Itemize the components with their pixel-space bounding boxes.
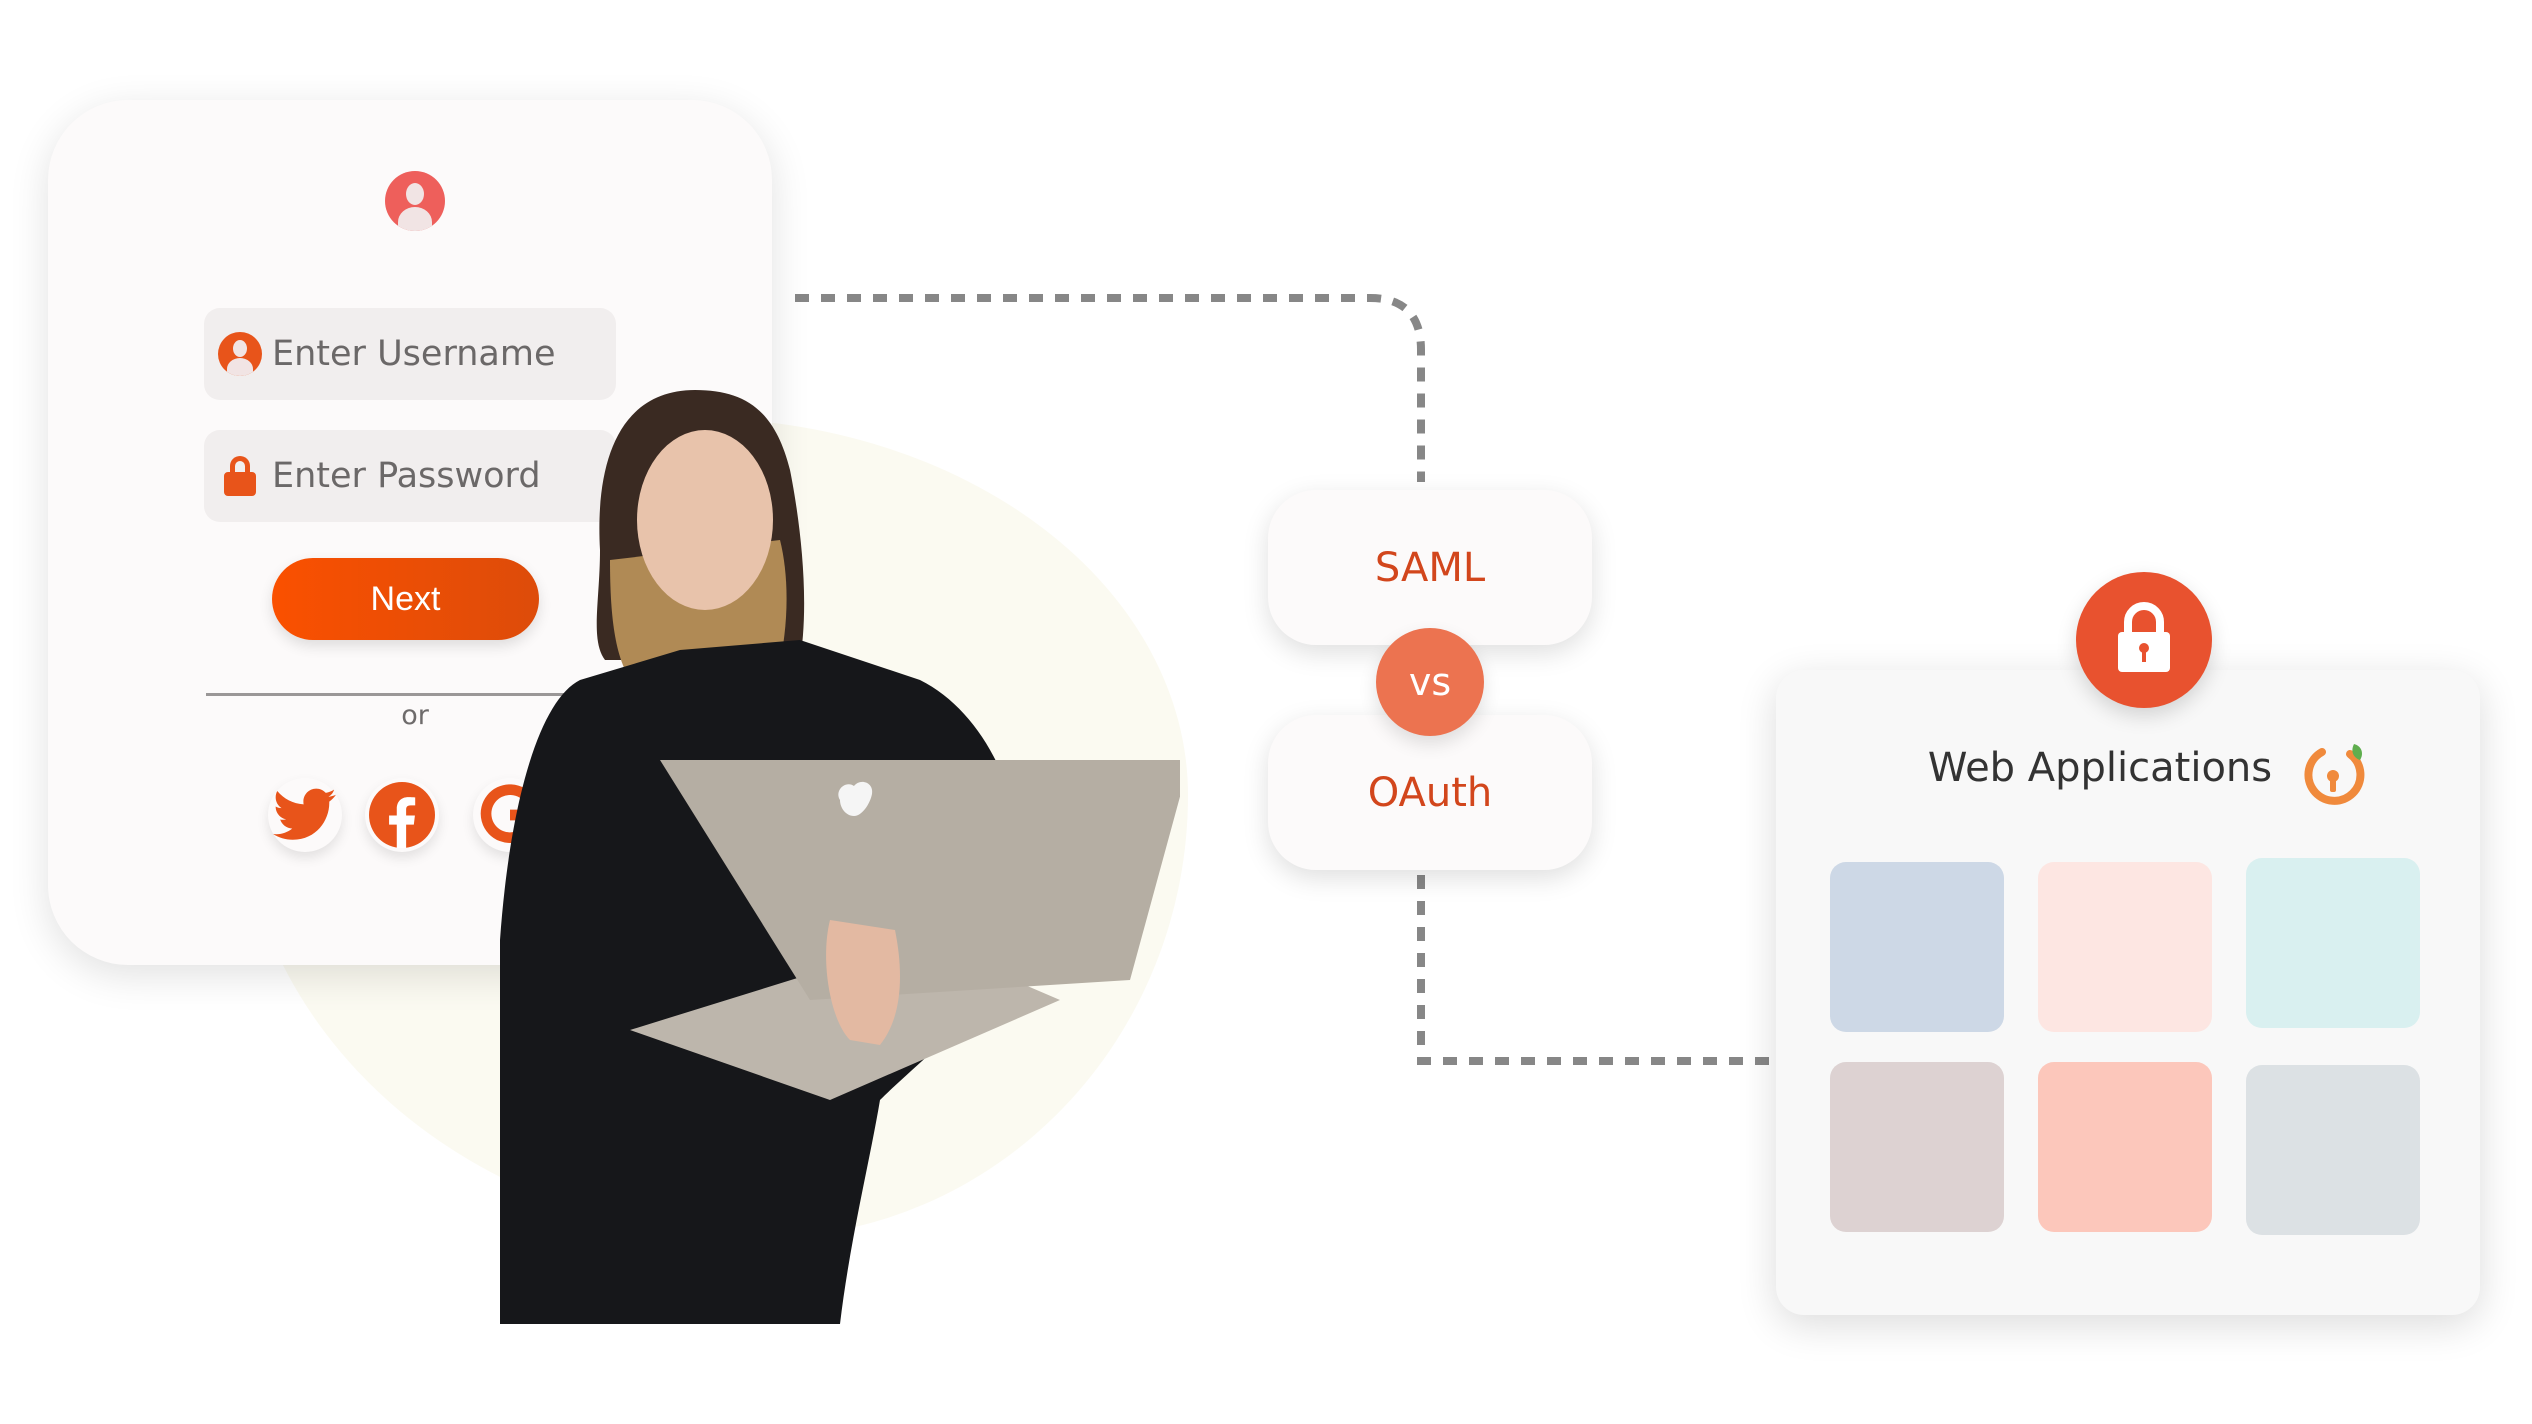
- saml-label: SAML: [1374, 544, 1486, 591]
- web-applications-title: Web Applications: [1927, 745, 2273, 791]
- app-tile-1[interactable]: [1830, 862, 2004, 1032]
- lock-icon: [218, 454, 262, 498]
- user-avatar-icon: [385, 171, 445, 231]
- app-tile-5[interactable]: [2038, 1062, 2212, 1232]
- app-tile-3[interactable]: [2246, 858, 2420, 1028]
- oauth-card[interactable]: OAuth: [1268, 715, 1592, 870]
- user-icon: [218, 332, 262, 376]
- app-tile-4[interactable]: [1830, 1062, 2004, 1232]
- lock-badge: [2076, 572, 2212, 708]
- twitter-login-button[interactable]: [268, 778, 342, 852]
- connector-bottom: [1417, 875, 1770, 1065]
- facebook-login-button[interactable]: [365, 778, 439, 852]
- username-placeholder: Enter Username: [272, 334, 556, 374]
- oauth-label: OAuth: [1367, 769, 1493, 816]
- person-with-laptop-image: [500, 390, 1180, 1324]
- app-tile-6[interactable]: [2246, 1065, 2420, 1235]
- vs-badge: vs: [1376, 628, 1484, 736]
- vs-label: vs: [1408, 660, 1452, 704]
- facebook-icon: [369, 782, 435, 848]
- padlock-icon: [2118, 602, 2170, 672]
- app-tile-2[interactable]: [2038, 862, 2212, 1032]
- saml-card[interactable]: SAML: [1268, 490, 1592, 645]
- twitter-icon: [273, 788, 336, 840]
- or-label: or: [401, 700, 429, 731]
- next-button[interactable]: Next: [272, 558, 539, 640]
- brand-logo-icon: [2304, 744, 2365, 805]
